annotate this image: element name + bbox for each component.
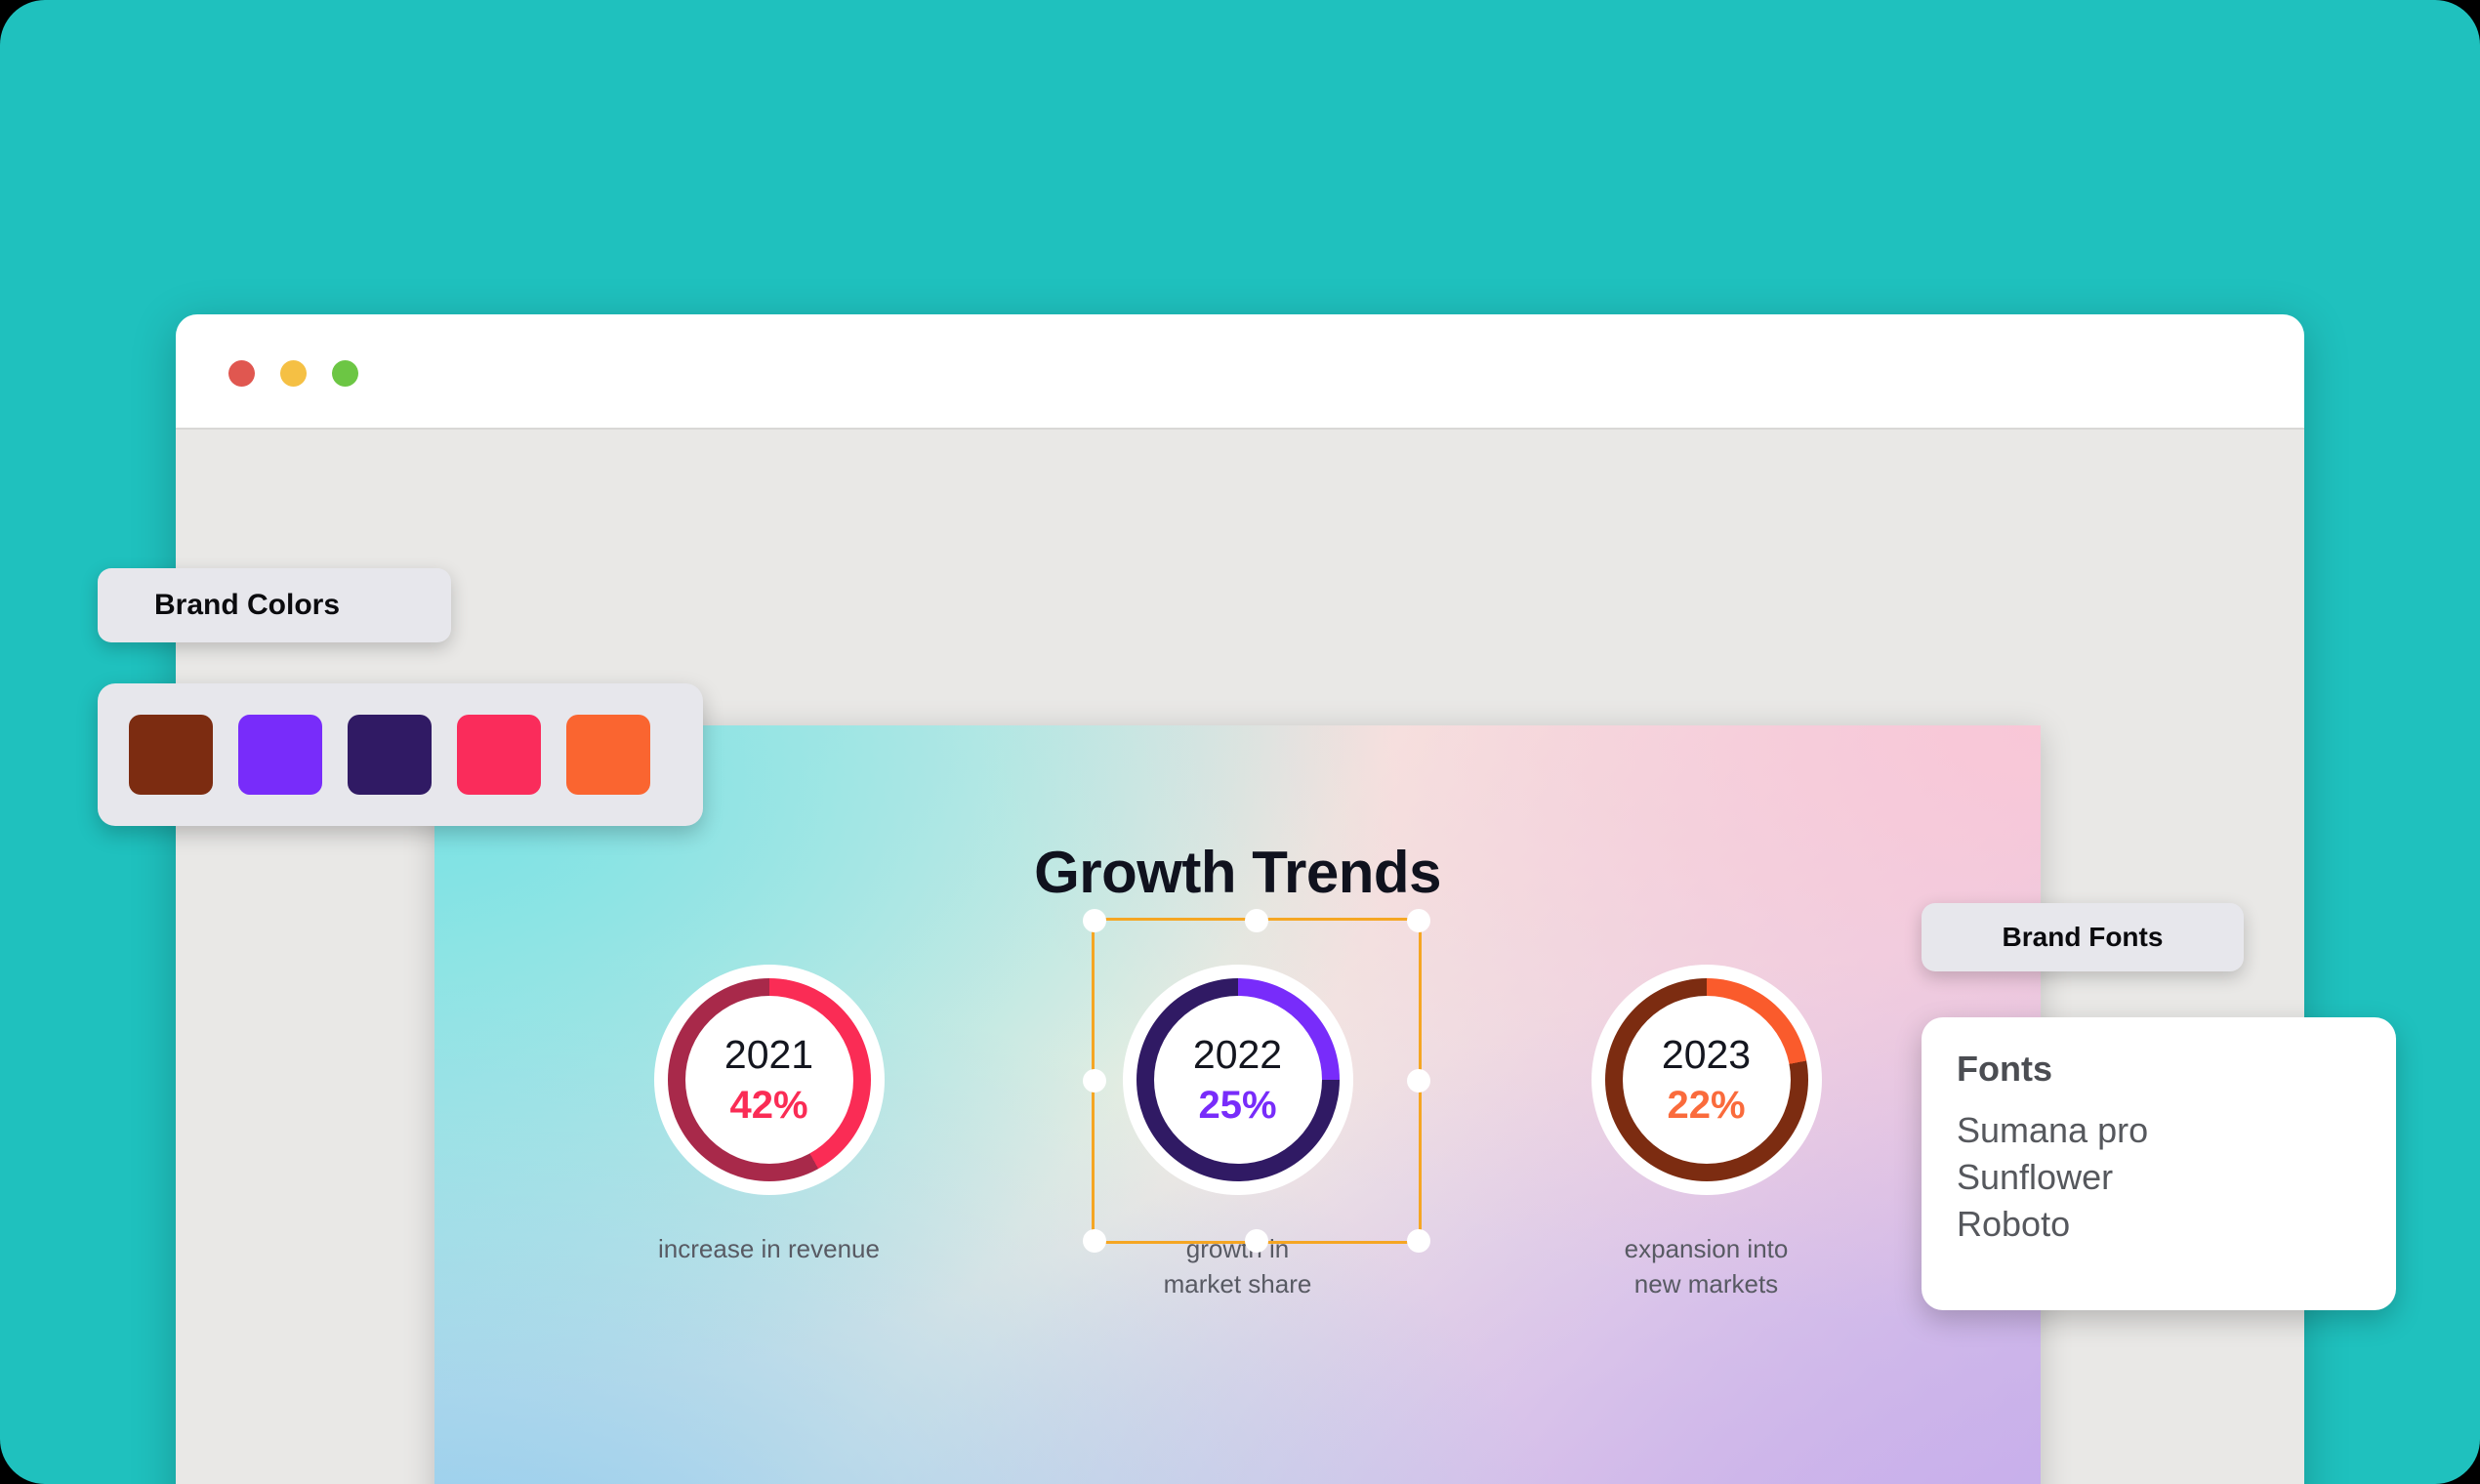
traffic-light-group [228,360,358,387]
handle-middle-left[interactable] [1082,1069,1106,1092]
brand-colors-chip[interactable]: Brand Colors [98,568,451,642]
brand-fonts-panel[interactable]: Fonts Sumana pro Sunflower Roboto [1922,1017,2396,1310]
font-item-1[interactable]: Sunflower [1957,1154,2396,1201]
donut-2023[interactable]: 2023 22% [1591,965,1822,1195]
swatch-violet[interactable] [238,715,322,795]
brand-fonts-chip[interactable]: Brand Fonts [1922,903,2244,971]
swatch-pink[interactable] [457,715,541,795]
donut-percent-label: 25% [1198,1083,1277,1127]
metric-2022[interactable]: 2022 25% growth in market share [1072,909,1430,1302]
donut-2022[interactable]: 2022 25% [1082,909,1430,1253]
swatch-orange[interactable] [566,715,650,795]
donut-center: 2021 42% [684,996,853,1164]
handle-bottom-right[interactable] [1406,1229,1430,1253]
teal-stage: Growth Trends 2021 42% increase in revenue… [0,0,2480,1484]
donut-center: 2023 22% [1622,996,1791,1164]
swatch-brown[interactable] [129,715,213,795]
donut-year-label: 2023 [1661,1032,1752,1078]
donut-year-label: 2021 [723,1032,814,1078]
metric-caption: increase in revenue [658,1234,880,1263]
handle-top-right[interactable] [1406,909,1430,932]
metric-2023[interactable]: 2023 22% expansion into new markets [1541,965,1873,1302]
metric-2021[interactable]: 2021 42% increase in revenue [603,965,935,1302]
slide-title: Growth Trends [1034,840,1441,905]
fonts-panel-heading: Fonts [1957,1049,2052,1089]
swatch-indigo[interactable] [348,715,432,795]
close-button[interactable] [228,360,255,387]
donut-percent-label: 42% [729,1083,808,1127]
handle-top-center[interactable] [1244,909,1268,932]
donut-2021[interactable]: 2021 42% [653,965,885,1195]
zoom-button[interactable] [332,360,358,387]
donut-percent-label: 22% [1667,1083,1746,1127]
donut-chart-row: 2021 42% increase in revenue 2022 25% growth … [434,909,2041,1302]
handle-middle-right[interactable] [1406,1069,1430,1092]
window-title-bar [176,314,2304,430]
slide-canvas[interactable]: Growth Trends 2021 42% increase in revenue… [434,725,2041,1484]
metric-caption: growth in market share [1163,1234,1312,1298]
metric-caption: expansion into new markets [1624,1234,1789,1298]
donut-year-label: 2022 [1192,1032,1283,1078]
fonts-list: Sumana pro Sunflower Roboto [1957,1107,2396,1248]
font-item-0[interactable]: Sumana pro [1957,1107,2396,1154]
brand-colors-panel[interactable] [98,683,703,826]
font-item-2[interactable]: Roboto [1957,1201,2396,1248]
minimize-button[interactable] [280,360,307,387]
handle-top-left[interactable] [1082,909,1106,932]
donut-center: 2022 25% [1153,996,1322,1164]
handle-bottom-left[interactable] [1082,1229,1106,1253]
